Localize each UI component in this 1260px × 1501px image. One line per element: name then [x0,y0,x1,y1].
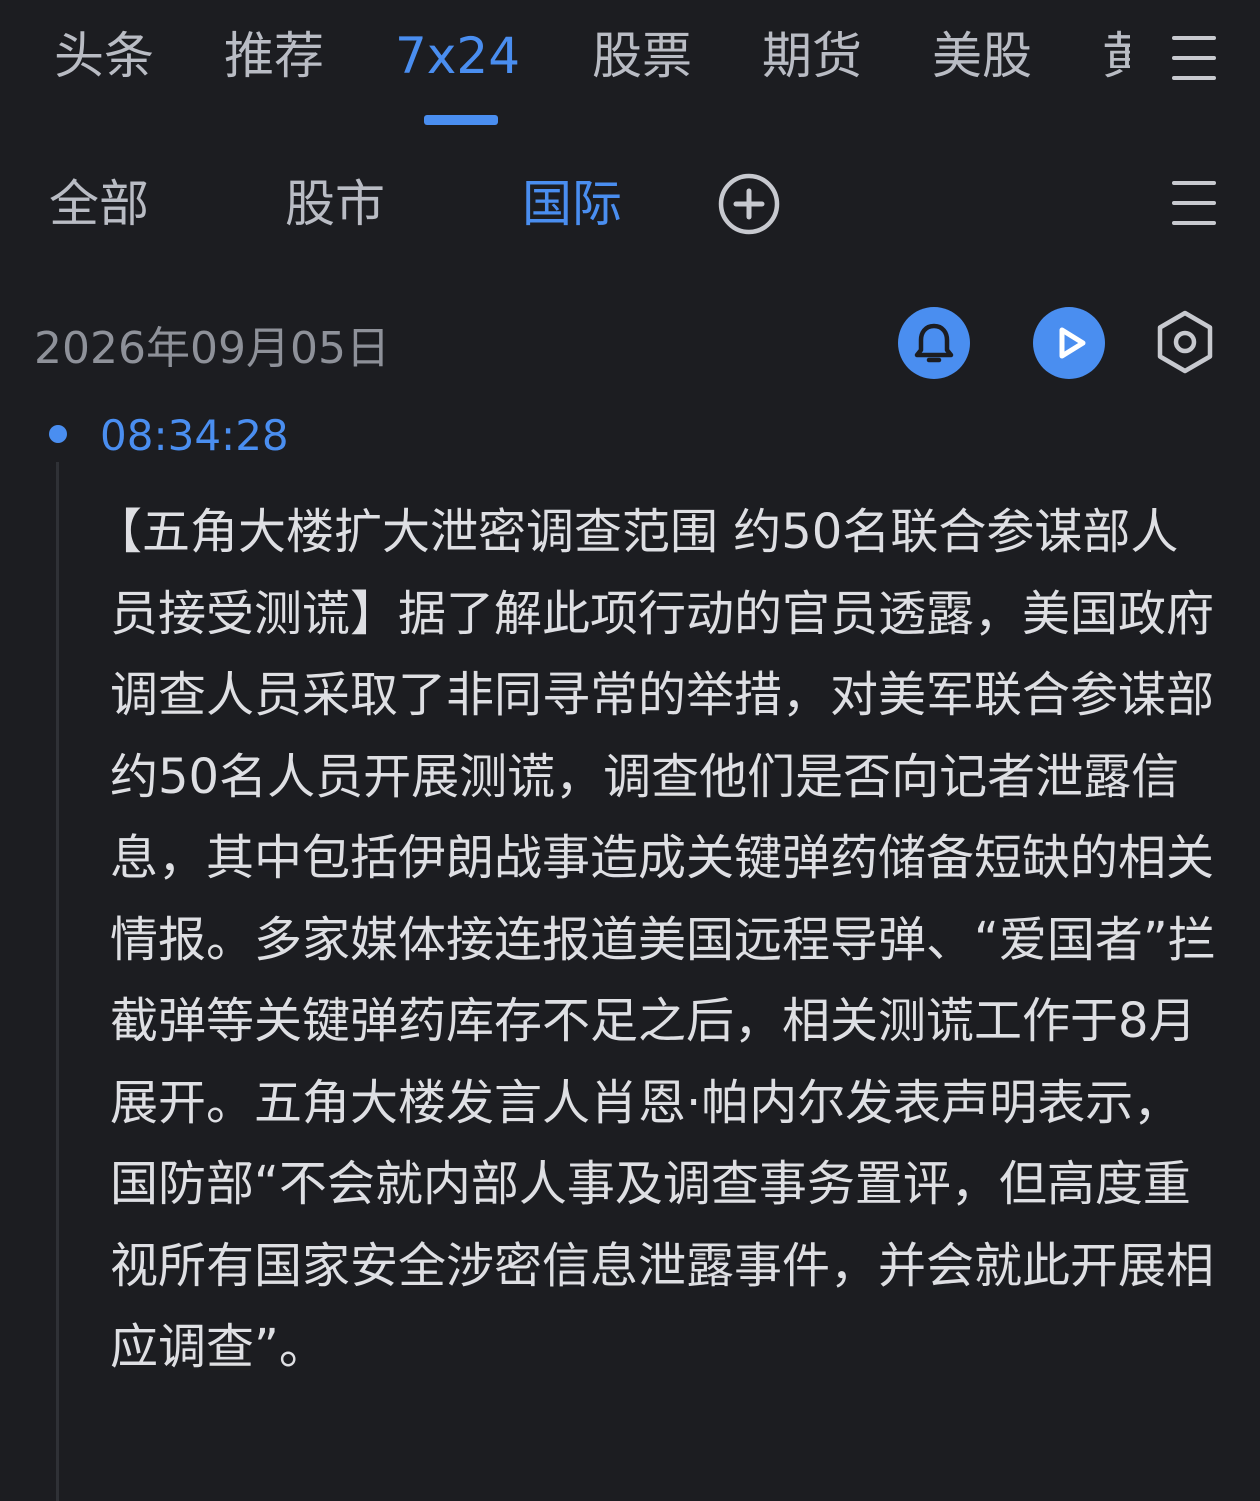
feed-date: 2026年09月05日 [34,323,390,374]
add-circle-icon[interactable] [718,173,780,235]
news-time: 08:34:28 [100,411,289,460]
tab-headlines[interactable]: 头条 [54,24,154,88]
tab-stocks[interactable]: 股票 [592,24,692,88]
menu-icon[interactable] [1172,36,1216,82]
play-button[interactable] [1033,307,1105,379]
subtab-stock-market[interactable]: 股市 [285,172,385,236]
bell-button[interactable] [898,307,970,379]
timeline-line [56,462,59,1501]
tab-recommended[interactable]: 推荐 [224,24,324,88]
play-icon [1059,327,1086,359]
active-tab-indicator [424,115,498,125]
bell-icon [914,323,954,363]
tab-futures[interactable]: 期货 [762,24,862,88]
tab-7x24[interactable]: 7x24 [395,24,520,88]
channel-menu-icon[interactable] [1172,181,1216,227]
news-item[interactable]: 【五角大楼扩大泄密调查范围 约50名联合参谋部人员接受测谎】据了解此项行动的官员… [94,492,1222,1389]
timeline-dot [49,425,67,443]
tab-us-stocks[interactable]: 美股 [932,24,1032,88]
news-feed-screen: 头条 推荐 7x24 股票 期货 美股 黄 全部 股市 国际 2026年09月0… [0,0,1260,1501]
top-category-tabs: 头条 推荐 7x24 股票 期货 美股 黄 [0,0,1260,130]
news-body: 据了解此项行动的官员透露，美国政府调查人员采取了非同寻常的举措，对美军联合参谋部… [110,585,1216,1376]
tab-gold[interactable]: 黄 [1102,24,1130,88]
subtab-all[interactable]: 全部 [49,172,149,236]
hexagon-settings-icon[interactable] [1152,309,1218,375]
subtab-international[interactable]: 国际 [522,172,622,236]
